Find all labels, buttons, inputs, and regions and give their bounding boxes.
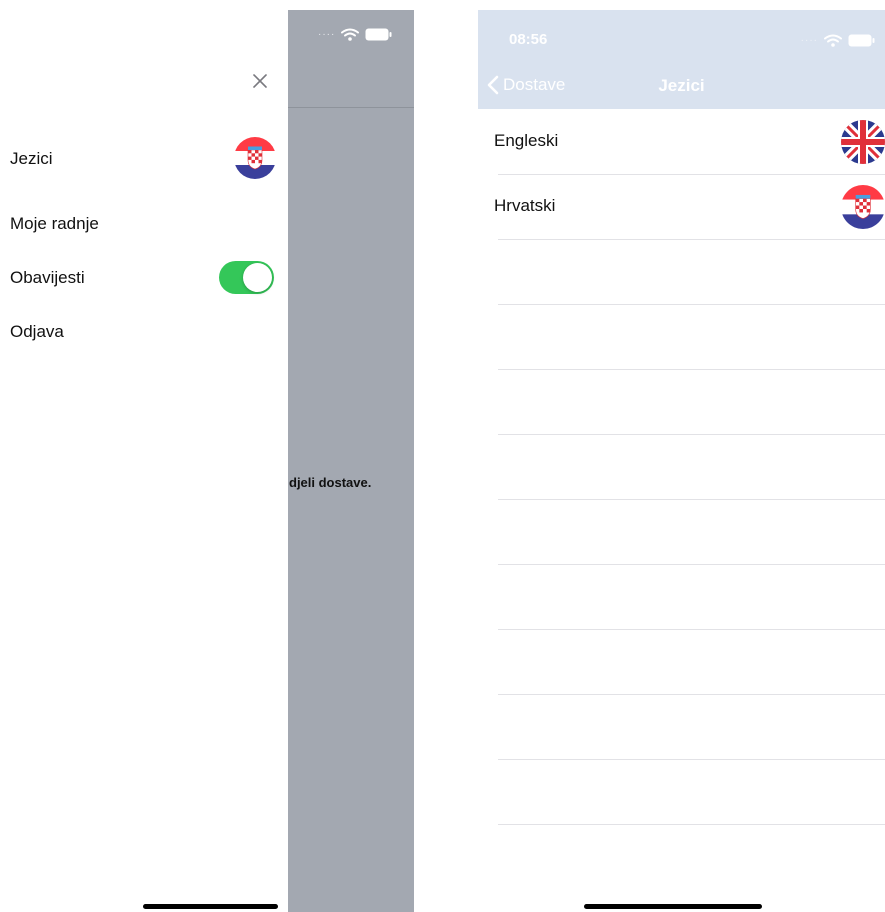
wifi-icon: [824, 34, 842, 47]
wifi-icon: [341, 28, 360, 41]
status-icons: ····: [318, 28, 392, 41]
signal-dots-icon: ····: [318, 29, 336, 40]
home-indicator: [584, 904, 762, 909]
row-separator: [498, 239, 885, 240]
side-drawer: Jezici Moje radnje Obavijesti Odjava: [0, 0, 288, 912]
close-button[interactable]: [247, 68, 273, 94]
row-separator: [498, 824, 885, 825]
page-title: Jezici: [658, 76, 705, 95]
battery-icon: [365, 28, 392, 41]
row-separator: [498, 629, 885, 630]
language-row-croatian[interactable]: Hrvatski: [494, 174, 885, 239]
notifications-toggle[interactable]: [219, 261, 274, 294]
row-separator: [498, 304, 885, 305]
row-separator: [498, 759, 885, 760]
battery-icon: [848, 34, 875, 47]
menu-item-my-actions[interactable]: Moje radnje: [10, 214, 99, 234]
row-separator: [498, 564, 885, 565]
dimmed-message: djeli dostave.: [289, 475, 372, 490]
row-separator: [498, 369, 885, 370]
dimmed-content-overlay[interactable]: ···· djeli dostave.: [288, 10, 414, 912]
left-screen: Jezici Moje radnje Obavijesti Odjava ···…: [0, 0, 414, 912]
language-flag-button[interactable]: [234, 137, 276, 179]
status-icons: ····: [801, 34, 875, 47]
navigation-bar: 08:56 ···· Dostave Jezici: [478, 10, 885, 109]
right-screen: 08:56 ···· Dostave Jezici Engleski Hrvat…: [478, 0, 885, 912]
menu-item-languages[interactable]: Jezici: [10, 149, 53, 169]
toggle-knob: [243, 263, 272, 292]
row-separator: [498, 434, 885, 435]
menu-item-notifications: Obavijesti: [10, 268, 85, 287]
language-label: Engleski: [494, 131, 559, 150]
row-separator: [498, 499, 885, 500]
row-separator: [498, 694, 885, 695]
home-indicator: [143, 904, 278, 909]
header-divider: [288, 107, 414, 108]
close-icon: [253, 74, 267, 88]
croatia-flag-icon: [841, 185, 885, 229]
menu-item-logout[interactable]: Odjava: [10, 322, 64, 342]
croatia-flag-icon: [234, 137, 276, 179]
status-time: 08:56: [509, 31, 548, 48]
language-label: Hrvatski: [494, 196, 556, 215]
language-row-english[interactable]: Engleski: [494, 109, 885, 174]
uk-flag-icon: [841, 120, 885, 164]
signal-dots-icon: ····: [800, 35, 818, 46]
